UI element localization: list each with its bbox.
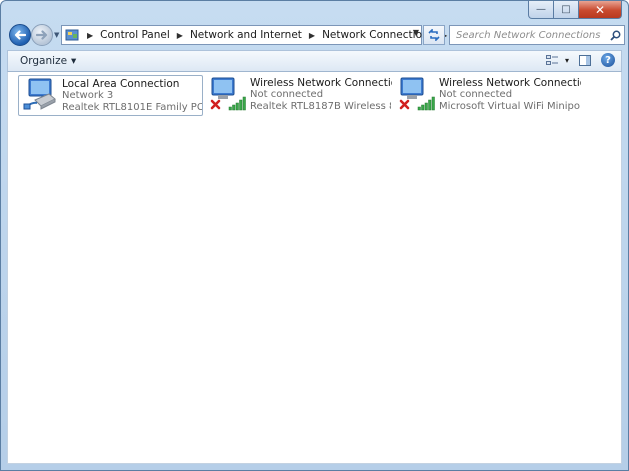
wireless-network-adapter-icon [398, 75, 436, 113]
connection-name: Local Area Connection [62, 78, 180, 90]
breadcrumb-network-and-internet[interactable]: Network and Internet [190, 29, 302, 41]
search-input[interactable]: Search Network Connections [450, 30, 606, 41]
search-icon[interactable] [606, 30, 624, 41]
connection-device: Realtek RTL8187B Wireless 802.11... [250, 101, 391, 112]
connection-text: Local Area Connection Network 3 Realtek … [62, 76, 202, 115]
connection-status: Not connected [439, 89, 513, 100]
breadcrumb-root-arrow[interactable]: ▶ [87, 31, 93, 40]
close-button[interactable]: ✕ [579, 1, 622, 19]
address-dropdown-button[interactable]: ▼ [413, 28, 419, 37]
recent-pages-dropdown[interactable]: ▼ [54, 31, 59, 39]
command-bar: Organize ▾ ▾ ? [7, 50, 622, 72]
connection-status: Network 3 [62, 90, 114, 101]
minimize-button[interactable]: — [528, 1, 554, 19]
breadcrumb-separator[interactable]: ▶ [177, 31, 183, 40]
organize-label: Organize [20, 55, 68, 67]
connection-text: Wireless Network Connection 2 Not connec… [439, 75, 581, 116]
control-panel-icon [65, 28, 80, 42]
back-button[interactable] [9, 24, 31, 46]
connection-item-wireless-2[interactable]: Wireless Network Connection 2 Not connec… [396, 75, 581, 116]
breadcrumb-separator[interactable]: ▶ [309, 31, 315, 40]
breadcrumb: Control Panel ▶ Network and Internet ▶ N… [100, 29, 454, 41]
organize-button[interactable]: Organize ▾ [20, 55, 76, 67]
back-arrow-icon [14, 30, 26, 40]
chevron-down-icon: ▾ [71, 55, 77, 67]
caption-buttons: — □ ✕ [528, 1, 622, 19]
connection-name: Wireless Network Connection [250, 77, 392, 89]
breadcrumb-control-panel[interactable]: Control Panel [100, 29, 170, 41]
forward-button[interactable] [31, 24, 53, 46]
address-bar[interactable]: ▶ Control Panel ▶ Network and Internet ▶… [61, 25, 447, 45]
help-icon[interactable]: ? [601, 53, 615, 67]
maximize-button[interactable]: □ [554, 1, 579, 19]
connection-device: Microsoft Virtual WiFi Miniport A... [439, 101, 580, 112]
navigation-bar: ▼ ▶ Control Panel ▶ Network and Internet… [7, 22, 625, 48]
command-bar-right: ▾ ? [545, 53, 615, 67]
preview-pane-icon[interactable] [579, 54, 591, 66]
refresh-button[interactable] [423, 25, 445, 45]
connection-item-local-area[interactable]: Local Area Connection Network 3 Realtek … [18, 75, 203, 116]
change-view-button[interactable]: ▾ [545, 54, 569, 66]
forward-arrow-icon [36, 30, 48, 40]
view-list-icon [545, 54, 558, 65]
wireless-network-adapter-icon [209, 75, 247, 113]
connection-item-wireless[interactable]: Wireless Network Connection Not connecte… [207, 75, 392, 116]
connection-status: Not connected [250, 89, 324, 100]
search-box[interactable]: Search Network Connections [449, 25, 625, 45]
explorer-window: — □ ✕ ▼ ▶ Control Panel ▶ Network and In… [0, 0, 629, 471]
chevron-down-icon[interactable]: ▾ [565, 56, 569, 65]
connection-text: Wireless Network Connection Not connecte… [250, 75, 392, 116]
connection-name: Wireless Network Connection 2 [439, 77, 581, 89]
connection-device: Realtek RTL8101E Family PCI-E Fa... [62, 102, 202, 113]
refresh-icon [428, 29, 440, 41]
wired-network-adapter-icon [21, 76, 59, 114]
connections-list: Local Area Connection Network 3 Realtek … [7, 72, 622, 464]
